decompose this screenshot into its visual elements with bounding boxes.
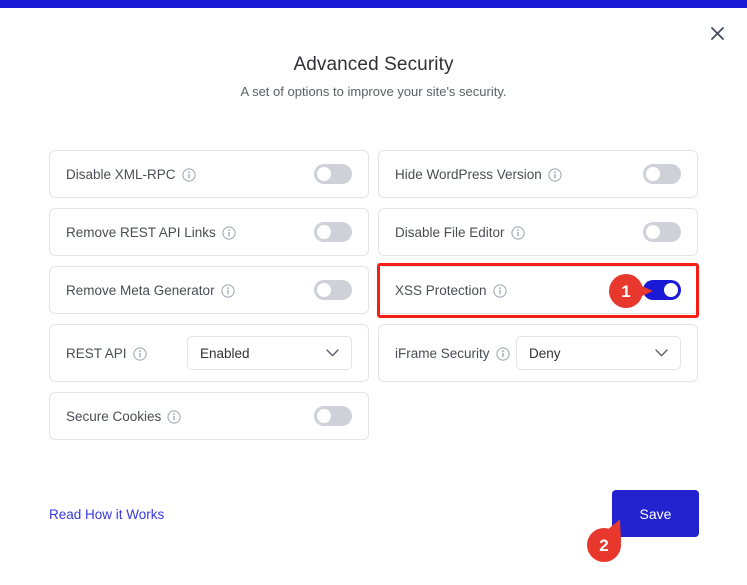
toggle-knob — [664, 283, 678, 297]
secure-cookies-toggle[interactable] — [314, 406, 352, 426]
chevron-down-icon — [655, 344, 668, 362]
page-subtitle: A set of options to improve your site's … — [240, 84, 507, 99]
info-circle-icon[interactable] — [495, 347, 510, 361]
top-accent-bar — [0, 0, 747, 8]
hide-wordpress-version-toggle[interactable] — [643, 164, 681, 184]
remove-rest-api-links-toggle[interactable] — [314, 222, 352, 242]
remove-meta-generator-toggle[interactable] — [314, 280, 352, 300]
toggle-knob — [646, 167, 660, 181]
option-label: Remove Meta Generator — [66, 282, 215, 298]
option-label: Disable XML-RPC — [66, 166, 176, 182]
info-circle-icon[interactable] — [132, 347, 147, 361]
page-title: Advanced Security — [293, 54, 454, 75]
info-circle-icon[interactable] — [548, 168, 562, 182]
option-label: XSS Protection — [395, 282, 487, 298]
options-column-left: Disable XML-RPC Remove REST API Links Re… — [49, 150, 369, 450]
option-label: iFrame Security — [395, 345, 490, 361]
option-row-remove-rest-api-links: Remove REST API Links — [49, 208, 369, 256]
info-circle-icon[interactable] — [510, 226, 525, 240]
options-column-right: Hide WordPress Version Disable File Edit… — [378, 150, 698, 392]
option-label: Secure Cookies — [66, 408, 162, 424]
iframe-security-select[interactable]: Deny — [516, 336, 681, 370]
option-label: Hide WordPress Version — [395, 166, 542, 182]
info-circle-icon[interactable] — [492, 284, 507, 298]
option-label: Disable File Editor — [395, 224, 505, 240]
marker-number: 1 — [609, 274, 643, 308]
annotation-marker-2: 2 — [587, 515, 631, 562]
disable-file-editor-toggle[interactable] — [643, 222, 681, 242]
info-circle-icon[interactable] — [181, 168, 196, 182]
close-button[interactable] — [705, 21, 729, 45]
toggle-knob — [317, 225, 331, 239]
option-row-remove-meta-generator: Remove Meta Generator — [49, 266, 369, 314]
toggle-knob — [646, 225, 660, 239]
toggle-knob — [317, 283, 331, 297]
option-row-iframe-security: iFrame Security Deny — [378, 324, 698, 382]
chevron-down-icon — [326, 344, 339, 362]
option-row-hide-wordpress-version: Hide WordPress Version — [378, 150, 698, 198]
option-label: Remove REST API Links — [66, 224, 216, 240]
annotation-marker-1: 1 — [609, 274, 659, 308]
toggle-knob — [317, 167, 331, 181]
disable-xml-rpc-toggle[interactable] — [314, 164, 352, 184]
info-circle-icon[interactable] — [167, 410, 181, 424]
select-value: Deny — [529, 345, 561, 361]
rest-api-select[interactable]: Enabled — [187, 336, 352, 370]
option-row-disable-file-editor: Disable File Editor — [378, 208, 698, 256]
select-value: Enabled — [200, 345, 250, 361]
close-icon — [710, 26, 724, 40]
info-circle-icon[interactable] — [222, 226, 236, 240]
advanced-security-modal: Advanced Security A set of options to im… — [0, 0, 747, 585]
option-row-secure-cookies: Secure Cookies — [49, 392, 369, 440]
read-how-it-works-link[interactable]: Read How it Works — [49, 507, 164, 522]
toggle-knob — [317, 409, 331, 423]
option-row-rest-api: REST API Enabled — [49, 324, 369, 382]
option-label: REST API — [66, 345, 127, 361]
info-circle-icon[interactable] — [220, 284, 235, 298]
marker-number: 2 — [587, 528, 621, 562]
option-row-disable-xml-rpc: Disable XML-RPC — [49, 150, 369, 198]
